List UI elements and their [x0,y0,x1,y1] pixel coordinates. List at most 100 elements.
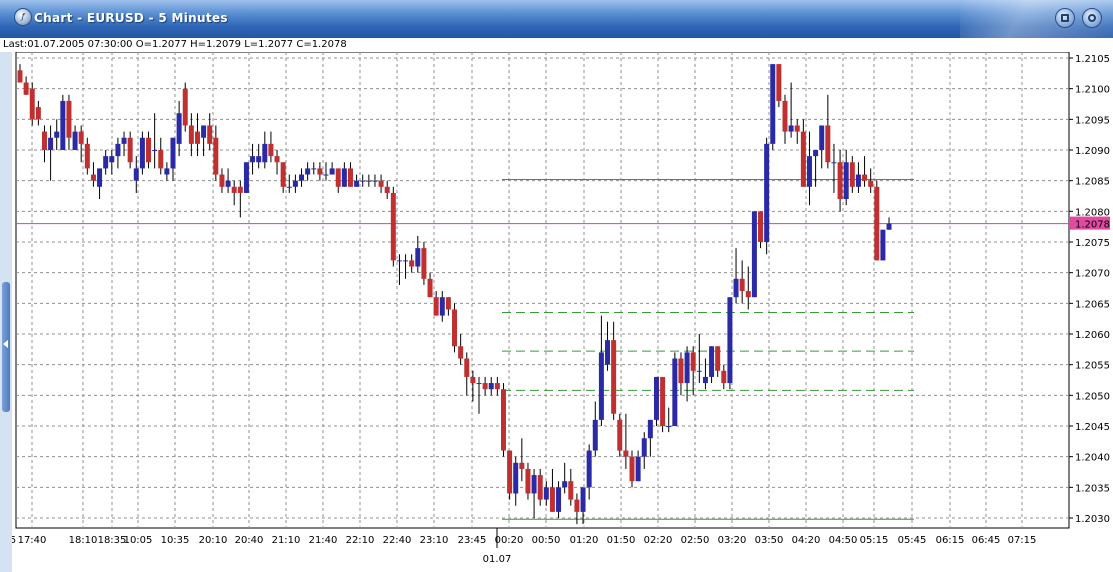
bull-candle [225,180,231,187]
bear-candle [427,278,433,298]
bear-candle [317,168,323,175]
bear-candle [421,248,427,279]
bull-candle [880,229,886,261]
time-axis: :1517:40 18:1018:3510:05 10:35 20:10 20:40 21… [12,528,1036,565]
left-panel-strip [0,52,12,572]
bear-candle [519,462,525,469]
bear-candle [409,260,415,267]
bull-candle [831,162,837,164]
bull-candle [299,174,305,181]
bull-candle [256,156,262,163]
chart-area[interactable]: 1.2105 1.2100 1.2095 1.2090 1.2085 1.2080 1.20… [12,52,1113,572]
bear-candle [237,186,243,193]
bull-candle [666,426,672,427]
bear-candle [715,346,721,371]
bull-candle [684,352,690,384]
bear-candle [66,100,72,138]
arrow-left-icon [3,340,8,348]
bear-candle [84,143,90,169]
bull-candle [727,297,733,384]
bear-candle [837,162,843,200]
bear-candle [549,487,555,512]
bear-candle [739,278,745,292]
bear-candle [127,137,133,163]
bear-candle [525,468,531,494]
current-price-label: 1.2078 [1075,220,1110,231]
bear-candle [678,358,684,384]
bear-candle [213,137,219,175]
price-tick-label: 1.2065 [1075,299,1110,310]
bull-candle [396,260,402,262]
bull-candle [360,180,366,182]
bull-candle [439,297,445,316]
bear-candle [29,88,35,120]
bear-candle [452,309,458,347]
time-tick-label: 20:10 [199,535,228,546]
price-tick-label: 1.2045 [1075,422,1110,433]
bear-candle [158,150,164,169]
bear-candle [611,340,617,414]
restore-button[interactable] [1055,8,1075,28]
time-tick-label: 20:40 [235,535,264,546]
time-tick-label: 04:50 [829,535,858,546]
close-button[interactable] [1082,8,1102,28]
time-tick-label: 22:40 [383,535,412,546]
bear-candle [494,383,500,390]
bull-candle [653,376,659,420]
bear-candle [782,100,788,132]
time-tick-label: 21:10 [272,535,301,546]
bull-candle [341,168,347,187]
bear-candle [219,174,225,187]
bull-candle [60,100,66,150]
bull-candle [164,168,170,175]
price-tick-label: 1.2090 [1075,146,1110,157]
bull-candle [115,143,121,157]
time-tick-label: 01:50 [607,535,636,546]
bear-candle [445,297,451,310]
price-tick-label: 1.2060 [1075,330,1110,341]
ohlc-info-text: Last:01.07.2005 07:30:00 O=1.2077 H=1.20… [3,39,347,50]
bull-candle [586,450,592,488]
bear-candle [207,125,213,144]
bull-candle [513,462,519,494]
bear-candle [41,131,47,150]
bull-candle [813,150,819,157]
bear-candle [574,499,580,512]
candlestick-chart[interactable]: 1.21051.21001.20951.20901.20851.20801.20… [12,52,1113,572]
time-tick-label: 10:35 [161,535,190,546]
time-tick-label: 23:10 [420,535,449,546]
collapse-panel-tab[interactable] [2,282,10,412]
bull-candle [133,168,139,181]
bull-candle [415,248,421,267]
price-tick-label: 1.2075 [1075,238,1110,249]
bear-candle [690,352,696,371]
bear-candle [470,376,476,384]
bull-candle [592,419,598,451]
bull-candle [286,186,292,188]
bear-candle [500,389,506,451]
time-tick-label: 04:20 [792,535,821,546]
bull-candle [170,137,176,169]
bull-candle [250,156,256,163]
time-tick-label: 07:15 [1008,535,1037,546]
price-tick-label: 1.2030 [1075,514,1110,525]
bull-candle [788,125,794,132]
bear-candle [776,64,782,101]
time-tick-label: 00:50 [532,535,561,546]
bull-candle [372,180,378,182]
bear-candle [274,156,280,163]
bear-candle [35,107,41,120]
bear-candle [17,70,23,83]
bull-candle [354,180,360,187]
time-tick-label: 02:50 [681,535,710,546]
bear-candle [868,180,874,187]
bear-candle [623,450,629,457]
bull-candle [54,131,60,138]
bull-candle [329,168,335,175]
price-tick-label: 1.2040 [1075,453,1110,464]
bull-candle [733,278,739,298]
bull-candle [305,168,311,175]
price-tick-label: 1.2105 [1075,54,1110,65]
bear-candle [347,168,353,187]
time-tick-label: 21:40 [309,535,338,546]
